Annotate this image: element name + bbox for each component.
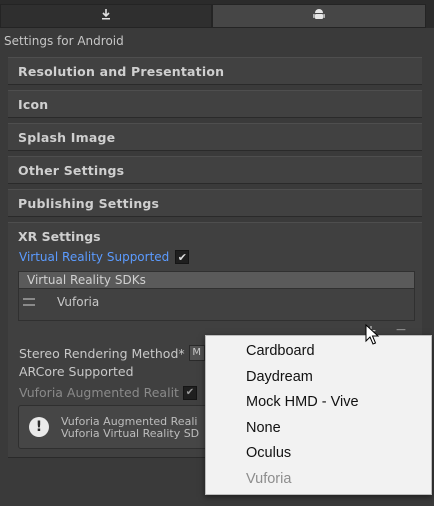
list-item[interactable]: Vuforia (23, 295, 99, 309)
help-text-2: Vuforia Virtual Reality SD (61, 427, 200, 440)
settings-header: Settings for Android (4, 34, 124, 48)
vr-sdks-header: Virtual Reality SDKs (18, 271, 415, 289)
menu-item-oculus[interactable]: Oculus (246, 442, 291, 464)
arcore-row: ARCore Supported (19, 364, 134, 379)
section-publishing[interactable]: Publishing Settings (8, 189, 422, 217)
stereo-rendering-dropdown[interactable]: M (188, 345, 205, 361)
menu-item-vuforia: Vuforia (246, 471, 292, 487)
menu-item-none[interactable]: None (246, 417, 281, 439)
vr-supported-checkbox[interactable]: ✔ (175, 250, 190, 264)
stereo-rendering-label: Stereo Rendering Method* (19, 345, 185, 361)
section-other[interactable]: Other Settings (8, 156, 422, 184)
menu-item-daydream[interactable]: Daydream (246, 366, 313, 388)
vuforia-ar-label: Vuforia Augmented Realit (19, 385, 179, 400)
mouse-cursor-icon (365, 323, 381, 346)
xr-settings-title[interactable]: XR Settings (18, 229, 101, 244)
menu-item-mock-hmd-vive[interactable]: Mock HMD - Vive (246, 391, 359, 413)
vr-sdks-list: Vuforia (18, 289, 415, 321)
section-icon[interactable]: Icon (8, 90, 422, 118)
tab-android[interactable] (212, 4, 426, 28)
platform-tabs (0, 0, 434, 28)
arcore-label: ARCore Supported (19, 364, 134, 379)
info-icon: ! (29, 417, 49, 437)
tab-standalone[interactable] (0, 4, 212, 28)
section-splash[interactable]: Splash Image (8, 123, 422, 151)
android-icon (313, 8, 325, 24)
vr-supported-label: Virtual Reality Supported (19, 250, 170, 264)
vuforia-ar-checkbox[interactable]: ✔ (182, 385, 197, 400)
stereo-rendering-row: Stereo Rendering Method* M (19, 345, 205, 361)
menu-item-cardboard[interactable]: Cardboard (246, 340, 315, 362)
download-icon (100, 8, 112, 24)
section-resolution[interactable]: Resolution and Presentation (8, 57, 422, 85)
vuforia-ar-row: Vuforia Augmented Realit ✔ (19, 385, 197, 400)
sdk-dropdown-menu: Cardboard Daydream Mock HMD - Vive None … (205, 335, 432, 495)
vr-supported-row: Virtual Reality Supported ✔ (19, 250, 190, 264)
sdk-name: Vuforia (57, 295, 100, 309)
drag-handle-icon[interactable] (23, 298, 35, 306)
